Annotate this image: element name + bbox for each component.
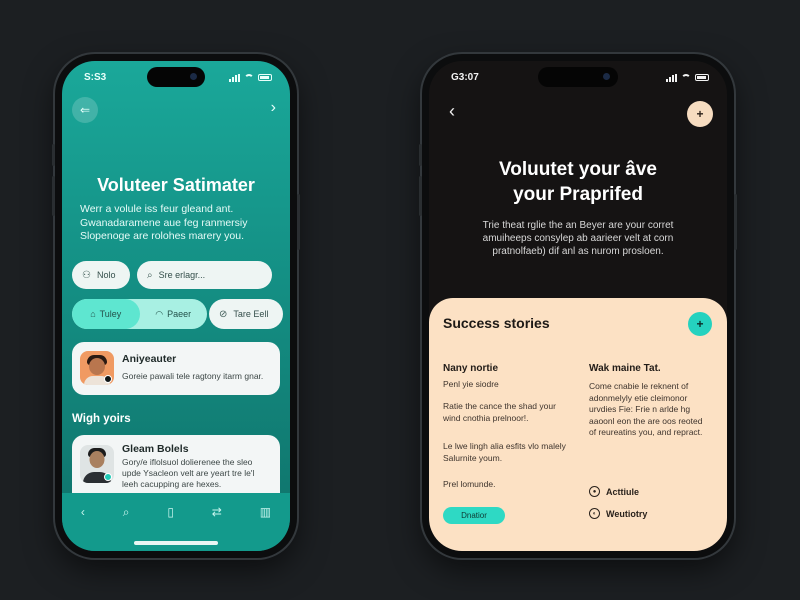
battery-icon — [695, 74, 709, 81]
section-heading: Wigh yoirs — [72, 413, 131, 425]
status-time: G3:07 — [451, 72, 479, 83]
online-indicator-icon — [104, 473, 112, 481]
shuffle-icon[interactable]: ⇄ — [212, 505, 222, 519]
tare-eell-pill[interactable]: ⊘ Tare Eell — [209, 299, 283, 329]
chevron-right-icon[interactable]: › — [271, 99, 276, 117]
online-indicator-icon — [104, 375, 112, 383]
status-bar: G3:07 — [451, 72, 709, 83]
signal-icon — [229, 73, 240, 82]
stat-label: Acttiule — [606, 486, 640, 497]
card-text: Goreie pawali tele ragtony itarm gnar. — [122, 371, 264, 381]
volume-up-button — [52, 144, 55, 166]
avatar — [80, 351, 114, 385]
card-title: Aniyeauter — [122, 353, 177, 365]
left-screen: S:S3 ⇐ › Voluteer Satimater Werr a volul… — [62, 61, 290, 551]
plus-icon: + — [696, 107, 704, 121]
success-stories-sheet: Success stories + Nany nortie Penl yie s… — [429, 298, 727, 551]
donation-tag-button[interactable]: Dnatior — [443, 507, 505, 524]
search-input[interactable]: ⌕ Sre erlagr... — [137, 261, 272, 289]
stat-activity[interactable]: ● Acttiule — [589, 486, 639, 497]
home-indicator — [134, 541, 218, 545]
history-icon: ◐ — [589, 508, 600, 519]
segment-option-tuley[interactable]: ⌂ Tuley — [72, 299, 140, 329]
add-button[interactable]: + — [687, 101, 713, 127]
search-icon[interactable]: ⌕ — [123, 505, 130, 520]
bag-icon: ◠ — [155, 308, 164, 319]
story-text: Come cnabie le reknent of adonmelyly eti… — [589, 381, 703, 437]
power-button — [734, 194, 737, 250]
story-title: Nany nortie — [443, 363, 499, 374]
battery-icon — [258, 74, 272, 81]
stat-history[interactable]: ◐ Weutiotry — [589, 508, 647, 519]
tag-icon: ⊘ — [219, 308, 228, 320]
back-chevron-icon[interactable]: ‹ — [449, 101, 455, 122]
segment-label: Paeer — [167, 309, 192, 319]
plus-icon: + — [696, 317, 704, 331]
add-story-button[interactable]: + — [688, 312, 712, 336]
status-bar: S:S3 — [84, 72, 272, 83]
filter-pill-nolo[interactable]: ⚇ Nolo — [72, 261, 130, 289]
back-icon[interactable]: ‹ — [81, 505, 85, 519]
volume-up-button — [419, 144, 422, 166]
left-phone-frame: S:S3 ⇐ › Voluteer Satimater Werr a volul… — [52, 54, 300, 558]
page-description: Trie theat rglie the an Beyer are your c… — [482, 220, 674, 257]
power-button — [297, 194, 300, 250]
story-text: Le lwe lingh alia esfits vlo malely Salu… — [443, 441, 566, 463]
page-title: Voluutet your âve your Praprifed — [429, 157, 727, 207]
card-title: Gleam Bolels — [122, 443, 189, 455]
sheet-title: Success stories — [443, 315, 550, 331]
title-line-1: Voluutet your âve — [498, 159, 657, 180]
story-text: Prel lomunde. — [443, 479, 496, 489]
title-line-2: your Praprifed — [513, 184, 643, 205]
status-time: S:S3 — [84, 72, 107, 83]
volunteer-card[interactable]: Aniyeauter Goreie pawali tele ragtony it… — [72, 342, 280, 395]
user-icon: ⚇ — [82, 269, 91, 281]
wifi-icon — [681, 73, 691, 82]
pill-label: Tare Eell — [233, 309, 269, 319]
back-arrow-icon: ⇐ — [79, 103, 91, 117]
segmented-control[interactable]: ⌂ Tuley ◠ Paeer — [72, 299, 207, 329]
pill-label: Nolo — [96, 270, 116, 280]
right-screen: G3:07 ‹ + Voluutet your âve your Praprif… — [429, 61, 727, 551]
search-placeholder: Sre erlagr... — [158, 270, 206, 280]
chart-icon[interactable]: ▥ — [260, 505, 271, 519]
calendar-icon[interactable]: ▯ — [167, 505, 174, 519]
activity-icon: ● — [589, 486, 600, 497]
page-title: Voluteer Satimater — [97, 175, 255, 195]
page-description: Werr a volule iss feur gleand ant. Gwana… — [80, 203, 248, 242]
segment-option-paeer[interactable]: ◠ Paeer — [140, 299, 208, 329]
search-icon: ⌕ — [147, 269, 153, 281]
back-button[interactable]: ⇐ — [72, 97, 98, 123]
stat-label: Weutiotry — [606, 508, 648, 519]
right-phone-frame: G3:07 ‹ + Voluutet your âve your Praprif… — [419, 54, 737, 558]
signal-icon — [666, 73, 677, 82]
pin-icon: ⌂ — [90, 309, 96, 319]
volume-down-button — [52, 176, 55, 216]
story-title: Wak maine Tat. — [589, 363, 661, 374]
story-text: Ratie the cance the shad your wind cnoth… — [443, 401, 556, 423]
avatar — [80, 445, 114, 483]
card-text: Gory/e iflolsuol dolierenee the sleo upd… — [122, 457, 255, 489]
story-subtitle: Penl yie siodre — [443, 379, 499, 389]
segment-label: Tuley — [99, 309, 122, 319]
volume-down-button — [419, 176, 422, 216]
wifi-icon — [244, 73, 254, 82]
